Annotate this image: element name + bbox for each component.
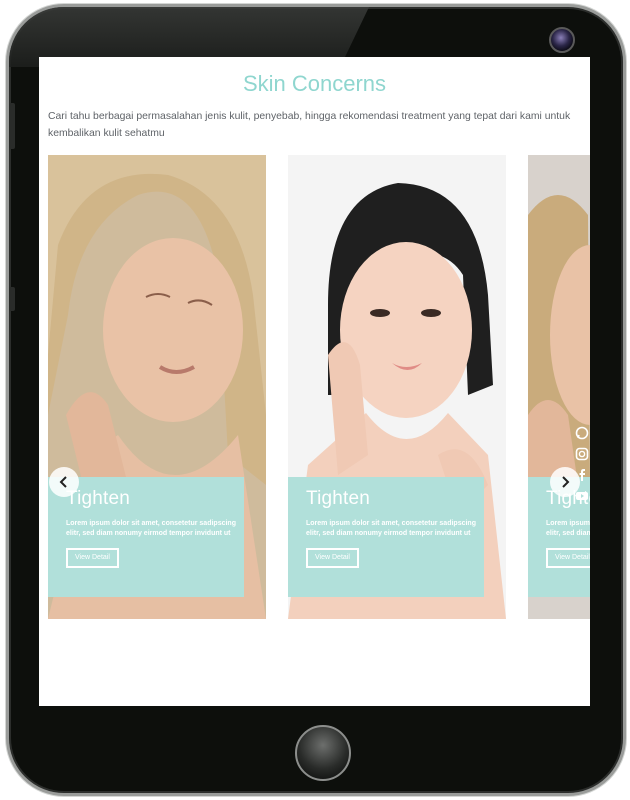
card-title: Tighten — [306, 488, 371, 509]
page-subtitle: Cari tahu berbagai permasalahan jenis ku… — [48, 111, 571, 139]
concern-card[interactable]: Tighten Lorem ipsum dolor sit amet, cons… — [48, 155, 266, 619]
volume-button — [9, 103, 15, 149]
carousel-prev-button[interactable] — [49, 467, 79, 497]
chevron-right-icon — [562, 476, 570, 488]
card-info: Tighten Lorem ipsum dolor sit amet, cons… — [48, 477, 244, 597]
concern-card[interactable]: Tighten Lorem ipsum dolor sit amet, cons… — [528, 155, 590, 619]
power-button — [9, 287, 15, 311]
page-title: Skin Concerns — [242, 71, 387, 96]
card-description: Lorem ipsum dolor sit amet, consetetur s… — [546, 520, 590, 537]
concern-card[interactable]: Tighten Lorem ipsum dolor sit amet, cons… — [288, 155, 506, 619]
facebook-icon[interactable] — [574, 467, 590, 483]
view-detail-button[interactable]: View Detail — [306, 548, 359, 568]
card-description: Lorem ipsum dolor sit amet, consetetur s… — [306, 520, 476, 537]
chevron-left-icon — [59, 476, 67, 488]
social-links — [574, 425, 590, 504]
view-detail-button[interactable]: View Detail — [66, 548, 119, 568]
instagram-icon[interactable] — [574, 446, 590, 462]
camera-icon — [549, 27, 575, 53]
card-title: Tighten — [66, 488, 131, 509]
youtube-icon[interactable] — [574, 488, 590, 504]
skin-concerns-carousel: Tighten Lorem ipsum dolor sit amet, cons… — [39, 155, 590, 621]
home-button[interactable] — [295, 725, 351, 781]
whatsapp-icon[interactable] — [574, 425, 590, 441]
screen: Skin Concerns Cari tahu berbagai permasa… — [39, 57, 590, 706]
card-info: Tighten Lorem ipsum dolor sit amet, cons… — [288, 477, 484, 597]
view-detail-button[interactable]: View Detail — [546, 548, 590, 568]
card-description: Lorem ipsum dolor sit amet, consetetur s… — [66, 520, 236, 537]
